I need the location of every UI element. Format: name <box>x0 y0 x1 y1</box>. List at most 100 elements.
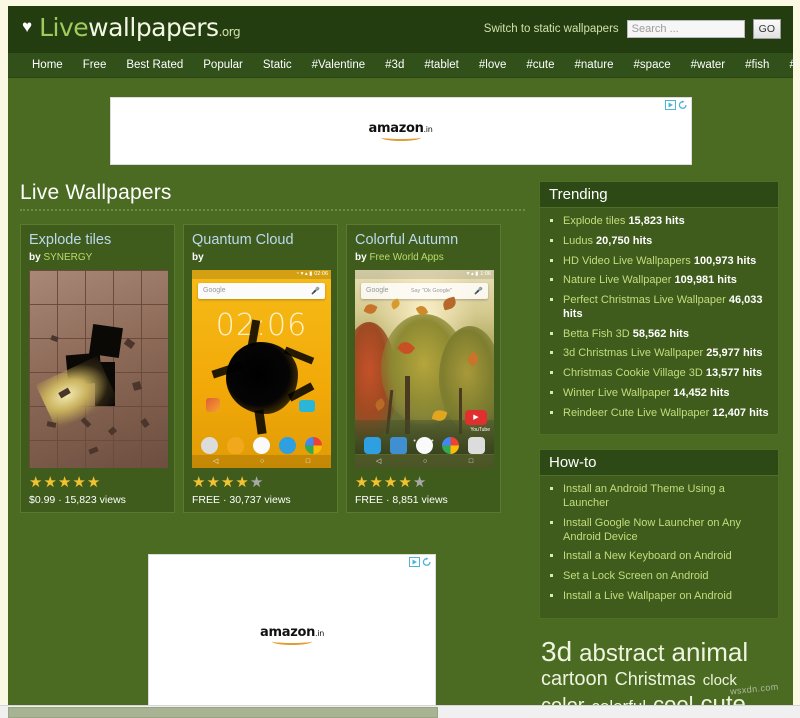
dock-icon-camera[interactable] <box>201 436 219 454</box>
card-thumbnail[interactable]: ▾ ▴ ▮ 1:06 Google Say "Ok Google" 🎤 ▶ Yo… <box>355 269 494 468</box>
nav-recents-icon[interactable]: □ <box>469 458 473 465</box>
list-item[interactable]: Perfect Christmas Live Wallpaper 46,033 … <box>563 294 772 322</box>
nav-item-home[interactable]: Home <box>22 59 73 71</box>
list-item[interactable]: Install a Live Wallpaper on Android <box>563 590 772 604</box>
howto-link[interactable]: Install a New Keyboard on Android <box>563 550 732 562</box>
trending-link[interactable]: Reindeer Cute Live Wallpaper <box>563 407 709 419</box>
nav-item-valentine[interactable]: #Valentine <box>302 59 376 71</box>
amazon-brand: amazon <box>260 625 316 640</box>
nav-item-water[interactable]: #water <box>681 59 736 71</box>
site-logo[interactable]: ♥ Livewallpapers.org <box>22 15 241 40</box>
ad-banner-bottom[interactable]: amazon.in <box>148 554 436 706</box>
phone-google-search-bar[interactable]: Google 🎤 <box>198 282 325 299</box>
nav-item-popular[interactable]: Popular <box>193 59 253 71</box>
trending-link[interactable]: 3d Christmas Live Wallpaper <box>563 347 703 359</box>
dock-icon-app-drawer[interactable] <box>415 436 433 454</box>
trending-link[interactable]: Perfect Christmas Live Wallpaper <box>563 294 726 306</box>
howto-link[interactable]: Install a Live Wallpaper on Android <box>563 590 732 602</box>
list-item[interactable]: Install Google Now Launcher on Any Andro… <box>563 517 772 545</box>
search-go-button[interactable]: GO <box>752 19 781 39</box>
wallpaper-card[interactable]: Quantum Cloud by ◔ ▾ ▴ ▮ 02:06 Google 🎤 … <box>183 224 338 513</box>
list-item[interactable]: Nature Live Wallpaper 109,981 hits <box>563 274 772 288</box>
phone-nav-bar: ◁ ○ □ <box>355 454 494 468</box>
nav-item-nature[interactable]: #nature <box>565 59 624 71</box>
horizontal-scrollbar[interactable] <box>0 705 800 718</box>
howto-link[interactable]: Set a Lock Screen on Android <box>563 570 709 582</box>
nav-item-love[interactable]: #love <box>469 59 517 71</box>
search-input[interactable] <box>626 20 745 38</box>
card-title[interactable]: Colorful Autumn <box>355 232 492 249</box>
rating-stars: ★★★★★ <box>192 475 329 490</box>
phone-google-search-bar[interactable]: Google Say "Ok Google" 🎤 <box>361 282 488 299</box>
trending-link[interactable]: Christmas Cookie Village 3D <box>563 367 703 379</box>
microphone-icon[interactable]: 🎤 <box>311 287 320 295</box>
list-item[interactable]: Reindeer Cute Live Wallpaper 12,407 hits <box>563 407 772 421</box>
list-item[interactable]: Install an Android Theme Using a Launche… <box>563 483 772 511</box>
tag-link[interactable]: animal <box>672 637 749 668</box>
nav-home-icon[interactable]: ○ <box>260 458 264 465</box>
trending-link[interactable]: Explode tiles <box>563 215 625 227</box>
tag-link[interactable]: 3d <box>541 635 572 668</box>
dock-icon-phone[interactable] <box>364 436 382 454</box>
list-item[interactable]: 3d Christmas Live Wallpaper 25,977 hits <box>563 347 772 361</box>
howto-link[interactable]: Install an Android Theme Using a Launche… <box>563 483 725 509</box>
nav-item-3d[interactable]: #3d <box>375 59 414 71</box>
dock-icon-messaging[interactable] <box>227 436 245 454</box>
nav-item-free[interactable]: Free <box>73 59 117 71</box>
nav-item-fish[interactable]: #fish <box>735 59 779 71</box>
dock-icon-messaging[interactable] <box>390 436 408 454</box>
nav-item-tablet[interactable]: #tablet <box>414 59 469 71</box>
list-item[interactable]: Betta Fish 3D 58,562 hits <box>563 328 772 342</box>
list-item[interactable]: Install a New Keyboard on Android <box>563 550 772 564</box>
scrollbar-thumb[interactable] <box>8 707 438 718</box>
dock-icon-telegram[interactable] <box>278 436 296 454</box>
dock-icon-app-drawer[interactable] <box>252 436 270 454</box>
list-item[interactable]: Ludus 20,750 hits <box>563 235 772 249</box>
tag-link[interactable]: abstract <box>579 640 664 668</box>
list-item[interactable]: Set a Lock Screen on Android <box>563 570 772 584</box>
tag-link[interactable]: cartoon <box>541 668 608 692</box>
dock-icon-chrome[interactable] <box>304 436 322 454</box>
card-thumbnail[interactable] <box>29 269 168 468</box>
dock-icon-chrome[interactable] <box>441 436 459 454</box>
nav-item-space[interactable]: #space <box>624 59 681 71</box>
app-icon-youtube[interactable]: ▶ <box>465 409 487 425</box>
adchoices-icon[interactable] <box>664 100 688 110</box>
wallpaper-card[interactable]: Colorful Autumn by Free World Apps ▾ ▴ ▮… <box>346 224 501 513</box>
trending-link[interactable]: Winter Live Wallpaper <box>563 387 670 399</box>
star-filled-icon: ★ <box>43 473 58 491</box>
nav-recents-icon[interactable]: □ <box>306 458 310 465</box>
trending-link[interactable]: HD Video Live Wallpapers <box>563 255 691 267</box>
card-author[interactable]: SYNERGY <box>43 252 92 263</box>
wallpaper-card[interactable]: Explode tiles by SYNERGY ★★★★★ $0.99 · 1… <box>20 224 175 513</box>
card-title[interactable]: Explode tiles <box>29 232 166 249</box>
dock-icon-camera[interactable] <box>467 436 485 454</box>
ad-banner-top[interactable]: amazon.in <box>109 97 692 165</box>
trending-link[interactable]: Nature Live Wallpaper <box>563 274 671 286</box>
trending-link[interactable]: Betta Fish 3D <box>563 328 630 340</box>
tag-link[interactable]: cool <box>653 692 693 706</box>
list-item[interactable]: Winter Live Wallpaper 14,452 hits <box>563 387 772 401</box>
list-item[interactable]: HD Video Live Wallpapers 100,973 hits <box>563 255 772 269</box>
app-icon-photos[interactable] <box>206 397 220 412</box>
howto-link[interactable]: Install Google Now Launcher on Any Andro… <box>563 517 741 543</box>
adchoices-icon[interactable] <box>409 557 432 567</box>
trending-hits: 20,750 hits <box>596 234 653 247</box>
nav-item-best-rated[interactable]: Best Rated <box>116 59 193 71</box>
app-icon-play[interactable] <box>299 399 315 412</box>
card-author[interactable]: Free World Apps <box>369 252 443 263</box>
nav-item-clock[interactable]: #clock <box>779 59 793 71</box>
trending-link[interactable]: Ludus <box>563 235 593 247</box>
nav-back-icon[interactable]: ◁ <box>213 457 218 465</box>
nav-home-icon[interactable]: ○ <box>423 458 427 465</box>
nav-back-icon[interactable]: ◁ <box>376 457 381 465</box>
nav-item-static[interactable]: Static <box>253 59 302 71</box>
switch-to-static-link[interactable]: Switch to static wallpapers <box>484 23 619 35</box>
list-item[interactable]: Christmas Cookie Village 3D 13,577 hits <box>563 367 772 381</box>
microphone-icon[interactable]: 🎤 <box>474 287 483 295</box>
tag-link[interactable]: Christmas <box>615 669 696 690</box>
card-title[interactable]: Quantum Cloud <box>192 232 329 249</box>
card-thumbnail[interactable]: ◔ ▾ ▴ ▮ 02:06 Google 🎤 02:06 ◁ ○ □ <box>192 269 331 468</box>
list-item[interactable]: Explode tiles 15,823 hits <box>563 215 772 229</box>
nav-item-cute[interactable]: #cute <box>516 59 564 71</box>
